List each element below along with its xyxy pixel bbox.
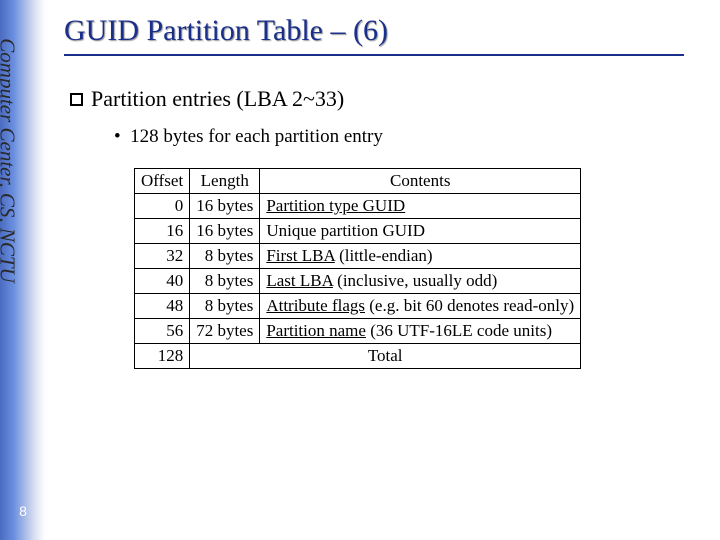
- table-header-row: Offset Length Contents: [135, 169, 581, 194]
- table-row: 16 16 bytes Unique partition GUID: [135, 219, 581, 244]
- cell-contents: Attribute flags (e.g. bit 60 denotes rea…: [260, 294, 581, 319]
- table-row: 40 8 bytes Last LBA (inclusive, usually …: [135, 269, 581, 294]
- cell-length: 72 bytes: [190, 319, 260, 344]
- cell-length: 16 bytes: [190, 194, 260, 219]
- page-number: 8: [12, 500, 34, 522]
- table-row: 48 8 bytes Attribute flags (e.g. bit 60 …: [135, 294, 581, 319]
- cell-contents: Partition type GUID: [260, 194, 581, 219]
- cell-offset: 0: [135, 194, 190, 219]
- col-length: Length: [190, 169, 260, 194]
- partition-entry-table: Offset Length Contents 0 16 bytes Partit…: [134, 168, 581, 369]
- table-row: 56 72 bytes Partition name (36 UTF-16LE …: [135, 319, 581, 344]
- cell-offset: 16: [135, 219, 190, 244]
- bullet-level-1: Partition entries (LBA 2~33): [70, 86, 704, 112]
- bullet1-text: Partition entries (LBA 2~33): [91, 86, 344, 111]
- slide: Computer Center, CS, NCTU 8 GUID Partiti…: [0, 0, 720, 540]
- col-offset: Offset: [135, 169, 190, 194]
- cell-contents: Partition name (36 UTF-16LE code units): [260, 319, 581, 344]
- cell-length: 8 bytes: [190, 269, 260, 294]
- table-row: 32 8 bytes First LBA (little-endian): [135, 244, 581, 269]
- cell-length: 16 bytes: [190, 219, 260, 244]
- table-row: 0 16 bytes Partition type GUID: [135, 194, 581, 219]
- cell-offset: 48: [135, 294, 190, 319]
- title-underline: [64, 54, 684, 56]
- cell-offset: 32: [135, 244, 190, 269]
- cell-contents: Last LBA (inclusive, usually odd): [260, 269, 581, 294]
- cell-total-offset: 128: [135, 344, 190, 369]
- cell-contents: Unique partition GUID: [260, 219, 581, 244]
- page-title: GUID Partition Table – (6): [64, 14, 704, 48]
- content-area: GUID Partition Table – (6) Partition ent…: [64, 14, 704, 369]
- cell-length: 8 bytes: [190, 244, 260, 269]
- cell-length: 8 bytes: [190, 294, 260, 319]
- cell-offset: 56: [135, 319, 190, 344]
- cell-offset: 40: [135, 269, 190, 294]
- cell-total-label: Total: [190, 344, 581, 369]
- col-contents: Contents: [260, 169, 581, 194]
- side-label: Computer Center, CS, NCTU: [0, 38, 20, 282]
- cell-contents: First LBA (little-endian): [260, 244, 581, 269]
- table-total-row: 128 Total: [135, 344, 581, 369]
- bullet-level-2: • 128 bytes for each partition entry: [114, 126, 704, 148]
- square-bullet-icon: [70, 93, 83, 106]
- bullet2-text: 128 bytes for each partition entry: [130, 126, 383, 147]
